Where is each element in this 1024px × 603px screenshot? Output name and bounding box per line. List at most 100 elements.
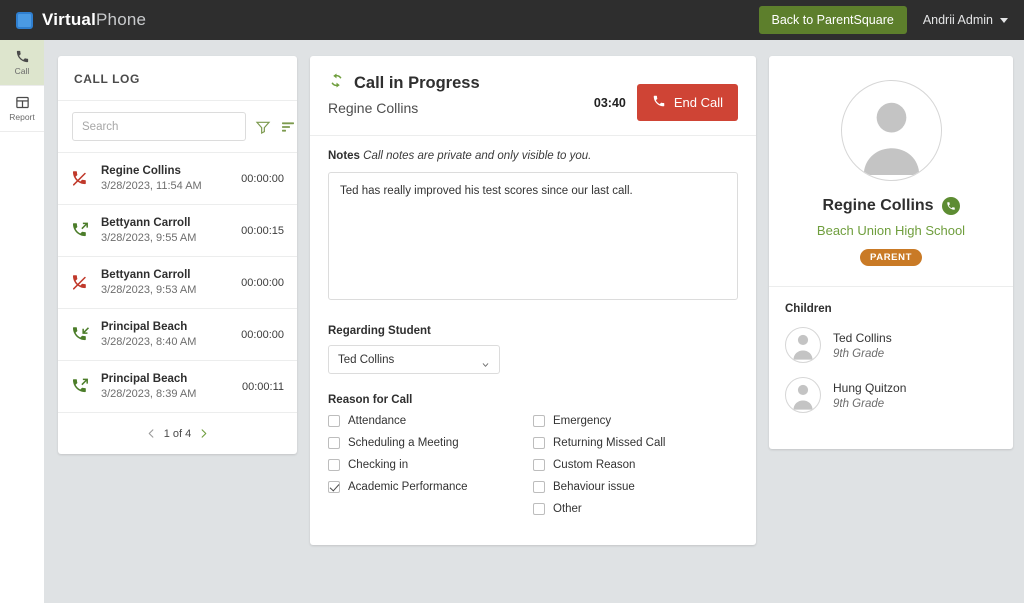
call-log-row-name: Regine Collins: [101, 165, 231, 177]
chevron-right-icon[interactable]: [198, 427, 209, 440]
table-row[interactable]: Bettyann Carroll 3/28/2023, 9:53 AM 00:0…: [58, 257, 297, 309]
sidebar-item-call-label: Call: [15, 66, 30, 76]
checkbox-icon: [533, 481, 545, 493]
call-log-row-date: 3/28/2023, 8:40 AM: [101, 336, 231, 348]
call-log-row-name: Principal Beach: [101, 373, 232, 385]
call-log-row-date: 3/28/2023, 8:39 AM: [101, 388, 232, 400]
contact-school: Beach Union High School: [785, 223, 997, 238]
end-call-button[interactable]: End Call: [637, 84, 738, 121]
phone-incoming-icon: [71, 325, 91, 344]
contact-name: Regine Collins: [822, 197, 933, 215]
checkbox-label: Returning Missed Call: [553, 437, 666, 449]
regarding-student-field: Ted Collins: [328, 345, 500, 374]
phone-outgoing-icon: [71, 377, 91, 396]
call-log-row-text: Bettyann Carroll 3/28/2023, 9:55 AM: [101, 217, 231, 244]
call-panel-header-text: Call in Progress Regine Collins: [328, 72, 594, 116]
call-log-row-name: Bettyann Carroll: [101, 269, 231, 281]
top-bar: VirtualPhone Back to ParentSquare Andrii…: [0, 0, 1024, 40]
reason-checkbox-group: Attendance Scheduling a Meeting Checking…: [328, 415, 738, 525]
checkbox-label: Scheduling a Meeting: [348, 437, 459, 449]
phone-missed-icon: [71, 169, 91, 188]
call-log-panel: CALL LOG: [58, 56, 297, 454]
call-log-row-date: 3/28/2023, 11:54 AM: [101, 180, 231, 192]
refresh-spinner-icon: [328, 72, 345, 94]
checkbox-label: Emergency: [553, 415, 611, 427]
brand-title: VirtualPhone: [42, 10, 146, 30]
page-title: Call in Progress: [328, 72, 594, 94]
checkbox-emergency[interactable]: Emergency: [533, 415, 738, 427]
call-log-row-date: 3/28/2023, 9:55 AM: [101, 232, 231, 244]
user-name-label: Andrii Admin: [923, 13, 993, 27]
chevron-left-icon[interactable]: [146, 427, 157, 440]
avatar: [785, 377, 821, 413]
sidebar-item-report[interactable]: Report: [0, 86, 44, 132]
call-status-label: Call in Progress: [354, 74, 480, 93]
brand-logo[interactable]: VirtualPhone: [16, 10, 146, 30]
child-text: Hung Quitzon 9th Grade: [833, 381, 906, 410]
table-row[interactable]: Regine Collins 3/28/2023, 11:54 AM 00:00…: [58, 153, 297, 205]
checkbox-label: Custom Reason: [553, 459, 635, 471]
checkbox-label: Academic Performance: [348, 481, 468, 493]
checkbox-custom-reason[interactable]: Custom Reason: [533, 459, 738, 471]
back-to-parentsquare-button[interactable]: Back to ParentSquare: [759, 6, 907, 34]
table-row[interactable]: Principal Beach 3/28/2023, 8:39 AM 00:00…: [58, 361, 297, 413]
list-item[interactable]: Ted Collins 9th Grade: [785, 327, 997, 363]
list-item[interactable]: Hung Quitzon 9th Grade: [785, 377, 997, 413]
sort-descending-icon[interactable]: [280, 119, 296, 135]
person-avatar-icon: [786, 327, 820, 362]
checkbox-icon: [328, 437, 340, 449]
person-avatar-icon: [786, 377, 820, 412]
child-grade: 9th Grade: [833, 398, 906, 410]
square-logo-icon: [16, 12, 33, 29]
funnel-filter-icon[interactable]: [255, 119, 271, 135]
reason-column-left: Attendance Scheduling a Meeting Checking…: [328, 415, 533, 525]
phone-missed-icon: [71, 273, 91, 292]
call-log-row-text: Regine Collins 3/28/2023, 11:54 AM: [101, 165, 231, 192]
user-menu[interactable]: Andrii Admin: [923, 13, 1008, 27]
contact-summary: Regine Collins Beach Union High School P…: [769, 56, 1013, 287]
checkbox-scheduling-a-meeting[interactable]: Scheduling a Meeting: [328, 437, 533, 449]
checkbox-attendance[interactable]: Attendance: [328, 415, 533, 427]
end-call-label: End Call: [674, 95, 723, 110]
call-log-row-text: Bettyann Carroll 3/28/2023, 9:53 AM: [101, 269, 231, 296]
checkbox-checked-icon: [328, 481, 340, 493]
checkbox-label: Attendance: [348, 415, 406, 427]
child-name: Ted Collins: [833, 331, 892, 345]
call-log-row-duration: 00:00:11: [242, 381, 284, 393]
child-name: Hung Quitzon: [833, 381, 906, 395]
table-row[interactable]: Bettyann Carroll 3/28/2023, 9:55 AM 00:0…: [58, 205, 297, 257]
call-timer: 03:40: [594, 96, 626, 110]
checkbox-label: Behaviour issue: [553, 481, 635, 493]
notes-hint: Call notes are private and only visible …: [363, 150, 591, 162]
table-row[interactable]: Principal Beach 3/28/2023, 8:40 AM 00:00…: [58, 309, 297, 361]
checkbox-behaviour-issue[interactable]: Behaviour issue: [533, 481, 738, 493]
call-log-row-name: Bettyann Carroll: [101, 217, 231, 229]
pagination-label: 1 of 4: [164, 428, 192, 440]
checkbox-checking-in[interactable]: Checking in: [328, 459, 533, 471]
notes-textarea[interactable]: Ted has really improved his test scores …: [328, 172, 738, 300]
call-log-search-row: [58, 101, 297, 153]
main-content: CALL LOG: [44, 40, 1024, 603]
checkbox-icon: [533, 459, 545, 471]
checkbox-academic-performance[interactable]: Academic Performance: [328, 481, 533, 493]
checkbox-other[interactable]: Other: [533, 503, 738, 515]
call-log-row-duration: 00:00:00: [241, 277, 284, 289]
person-avatar-icon: [842, 80, 941, 180]
status-badge: PARENT: [860, 249, 922, 266]
call-in-progress-panel: Call in Progress Regine Collins 03:40 En…: [310, 56, 756, 545]
child-text: Ted Collins 9th Grade: [833, 331, 892, 360]
notes-hint-row: Notes Call notes are private and only vi…: [328, 150, 738, 162]
sidebar-item-call[interactable]: Call: [0, 40, 44, 86]
call-contact-button[interactable]: [942, 197, 960, 215]
regarding-student-select[interactable]: Ted Collins: [328, 345, 500, 374]
phone-outgoing-icon: [71, 221, 91, 240]
call-log-row-text: Principal Beach 3/28/2023, 8:39 AM: [101, 373, 232, 400]
call-log-list: Regine Collins 3/28/2023, 11:54 AM 00:00…: [58, 153, 297, 413]
checkbox-icon: [328, 459, 340, 471]
call-log-row-name: Principal Beach: [101, 321, 231, 333]
children-title: Children: [785, 303, 997, 315]
reason-column-right: Emergency Returning Missed Call Custom R…: [533, 415, 738, 525]
call-panel-body: Notes Call notes are private and only vi…: [310, 136, 756, 545]
search-input[interactable]: [72, 112, 246, 141]
checkbox-returning-missed-call[interactable]: Returning Missed Call: [533, 437, 738, 449]
